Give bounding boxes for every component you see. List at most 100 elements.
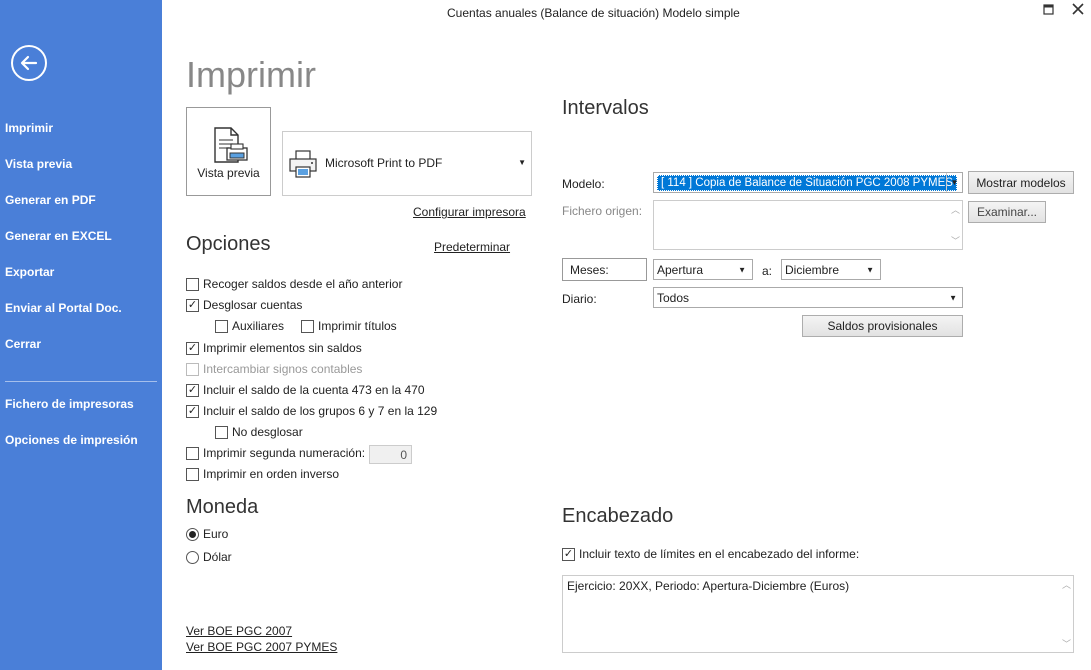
checkbox-label: No desglosar bbox=[232, 425, 303, 439]
checkbox-orden-inverso[interactable]: Imprimir en orden inverso bbox=[186, 467, 339, 481]
configure-printer-link[interactable]: Configurar impresora bbox=[413, 205, 526, 219]
journal-value: Todos bbox=[657, 290, 690, 305]
checkbox-label: Auxiliares bbox=[232, 319, 285, 333]
checkbox-imprimir-titulos[interactable]: Imprimir títulos bbox=[301, 319, 397, 333]
checkbox-label: Desglosar cuentas bbox=[203, 298, 303, 312]
month-to-value: Diciembre bbox=[785, 262, 840, 277]
checkbox-label: Imprimir títulos bbox=[318, 319, 397, 333]
checkbox-cuenta-473[interactable]: ✓ Incluir el saldo de la cuenta 473 en la… bbox=[186, 383, 425, 397]
month-from-value: Apertura bbox=[657, 262, 704, 277]
sidebar-item-fichero-impresoras[interactable]: Fichero de impresoras bbox=[5, 397, 134, 411]
journal-select[interactable]: Todos ▼ bbox=[653, 287, 963, 308]
header-section-title: Encabezado bbox=[562, 505, 674, 527]
sidebar-item-generar-excel[interactable]: Generar en EXCEL bbox=[5, 229, 112, 243]
header-text-area[interactable]: Ejercicio: 20XX, Periodo: Apertura-Dicie… bbox=[562, 575, 1074, 653]
page-title: Imprimir bbox=[186, 54, 316, 95]
chevron-down-icon: ▼ bbox=[946, 173, 962, 192]
check-icon: ✓ bbox=[186, 383, 199, 397]
checkbox-box bbox=[186, 362, 199, 376]
show-models-button[interactable]: Mostrar modelos bbox=[968, 171, 1074, 194]
window-title: Cuentas anuales (Balance de situación) M… bbox=[447, 6, 740, 20]
sidebar-item-generar-pdf[interactable]: Generar en PDF bbox=[5, 193, 96, 207]
chevron-down-icon: ﹀ bbox=[950, 236, 960, 246]
sidebar-item-opciones-impresion[interactable]: Opciones de impresión bbox=[5, 433, 138, 447]
scrollbar[interactable]: ︿ ﹀ bbox=[1062, 578, 1071, 650]
close-button[interactable] bbox=[1072, 2, 1084, 18]
link-boe-pgc-2007[interactable]: Ver BOE PGC 2007 bbox=[186, 624, 292, 638]
checkbox-label: Recoger saldos desde el año anterior bbox=[203, 277, 403, 291]
radio-label: Euro bbox=[203, 527, 229, 541]
checkbox-label: Imprimir elementos sin saldos bbox=[203, 341, 362, 355]
provisional-balances-button[interactable]: Saldos provisionales bbox=[802, 315, 963, 337]
sidebar-separator bbox=[5, 381, 157, 382]
check-icon: ✓ bbox=[186, 298, 199, 312]
checkbox-elementos-sin-saldos[interactable]: ✓ Imprimir elementos sin saldos bbox=[186, 341, 362, 355]
checkbox-label: Imprimir segunda numeración: bbox=[203, 446, 366, 460]
intervals-title: Intervalos bbox=[562, 97, 649, 119]
close-icon bbox=[1072, 3, 1084, 15]
options-title: Opciones bbox=[186, 233, 271, 255]
scrollbar[interactable]: ︿ ﹀ bbox=[951, 203, 960, 247]
preview-button[interactable]: Vista previa bbox=[186, 107, 271, 196]
checkbox-segunda-numeracion[interactable]: Imprimir segunda numeración: bbox=[186, 446, 365, 460]
month-from-select[interactable]: Apertura ▼ bbox=[653, 259, 753, 280]
checkbox-desglosar-cuentas[interactable]: ✓ Desglosar cuentas bbox=[186, 298, 302, 312]
checkbox-grupos-6-7[interactable]: ✓ Incluir el saldo de los grupos 6 y 7 en… bbox=[186, 404, 437, 418]
radio-euro[interactable]: Euro bbox=[186, 527, 228, 541]
radio-icon bbox=[186, 550, 199, 564]
checkbox-box bbox=[186, 277, 199, 291]
checkbox-box bbox=[186, 446, 199, 460]
sidebar-item-imprimir[interactable]: Imprimir bbox=[5, 121, 53, 135]
chevron-up-icon: ︿ bbox=[1061, 580, 1071, 590]
checkbox-intercambiar-signos[interactable]: Intercambiar signos contables bbox=[186, 362, 362, 376]
arrow-left-icon bbox=[20, 55, 38, 71]
check-icon: ✓ bbox=[186, 341, 199, 355]
model-select[interactable]: [ 114 ] Copia de Balance de Situación PG… bbox=[653, 172, 963, 193]
checkbox-box bbox=[215, 319, 228, 333]
checkbox-label: Intercambiar signos contables bbox=[203, 362, 363, 376]
default-link[interactable]: Predeterminar bbox=[434, 240, 510, 254]
radio-label: Dólar bbox=[203, 550, 232, 564]
model-selected-value: [ 114 ] Copia de Balance de Situación PG… bbox=[657, 174, 957, 191]
source-file-label: Fichero origen: bbox=[562, 204, 643, 218]
chevron-up-icon: ︿ bbox=[950, 205, 960, 215]
model-label: Modelo: bbox=[562, 177, 605, 191]
chevron-down-icon: ▼ bbox=[949, 293, 957, 302]
checkbox-include-header[interactable]: ✓ Incluir texto de límites en el encabeza… bbox=[562, 547, 859, 561]
radio-selected-icon bbox=[186, 527, 199, 541]
source-file-input[interactable]: ︿ ﹀ bbox=[653, 200, 963, 250]
back-button[interactable] bbox=[11, 45, 47, 81]
chevron-down-icon: ▼ bbox=[738, 265, 746, 274]
browse-button[interactable]: Examinar... bbox=[968, 201, 1046, 223]
print-preview-icon bbox=[214, 127, 248, 163]
sidebar-item-vista-previa[interactable]: Vista previa bbox=[5, 157, 72, 171]
currency-title: Moneda bbox=[186, 496, 259, 518]
months-label: Meses: bbox=[562, 258, 647, 281]
sidebar-item-exportar[interactable]: Exportar bbox=[5, 265, 54, 279]
maximize-icon bbox=[1043, 4, 1054, 15]
checkbox-label: Incluir texto de límites en el encabezad… bbox=[579, 547, 860, 561]
printer-icon bbox=[289, 150, 317, 178]
checkbox-label: Incluir el saldo de la cuenta 473 en la … bbox=[203, 383, 425, 397]
checkbox-label: Imprimir en orden inverso bbox=[203, 467, 340, 481]
sidebar-item-cerrar[interactable]: Cerrar bbox=[5, 337, 41, 351]
maximize-button[interactable] bbox=[1043, 2, 1054, 18]
sidebar: Imprimir Vista previa Generar en PDF Gen… bbox=[0, 0, 162, 670]
radio-dolar[interactable]: Dólar bbox=[186, 550, 232, 564]
checkbox-box bbox=[186, 467, 199, 481]
chevron-down-icon: ▼ bbox=[518, 158, 526, 167]
to-label: a: bbox=[762, 264, 773, 278]
header-text: Ejercicio: 20XX, Periodo: Apertura-Dicie… bbox=[567, 579, 850, 593]
month-to-select[interactable]: Diciembre ▼ bbox=[781, 259, 881, 280]
checkbox-box bbox=[215, 425, 228, 439]
link-boe-pgc-2007-pymes[interactable]: Ver BOE PGC 2007 PYMES bbox=[186, 640, 337, 654]
checkbox-auxiliares[interactable]: Auxiliares bbox=[215, 319, 284, 333]
checkbox-no-desglosar[interactable]: No desglosar bbox=[215, 425, 303, 439]
printer-select[interactable]: Microsoft Print to PDF ▼ bbox=[282, 131, 532, 196]
second-numbering-input[interactable]: 0 bbox=[369, 445, 412, 464]
preview-button-label: Vista previa bbox=[197, 166, 260, 180]
check-icon: ✓ bbox=[186, 404, 199, 418]
sidebar-item-enviar-portal[interactable]: Enviar al Portal Doc. bbox=[5, 301, 122, 315]
checkbox-recoger-saldos[interactable]: Recoger saldos desde el año anterior bbox=[186, 277, 402, 291]
printer-name: Microsoft Print to PDF bbox=[325, 156, 443, 170]
